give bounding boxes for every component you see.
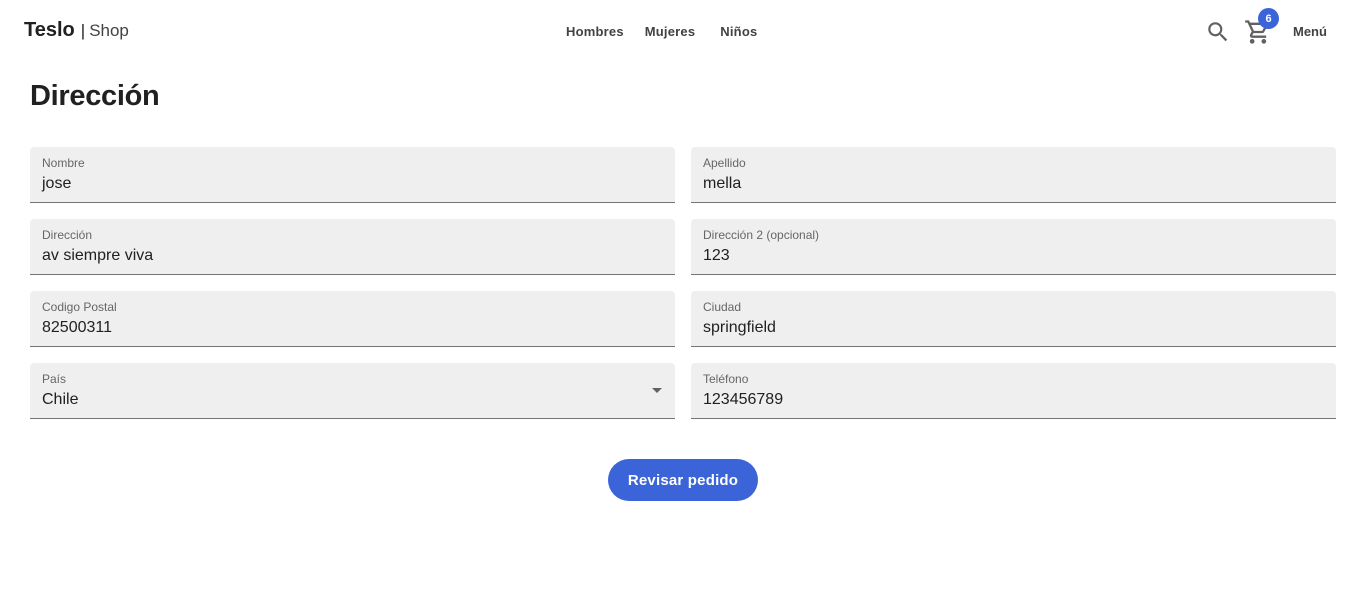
direccion2-label: Dirección 2 (opcional): [703, 228, 820, 242]
navbar: Teslo | Shop Hombres Mujeres Niños 6 Men…: [0, 0, 1366, 64]
nav-link-ninos[interactable]: Niños: [710, 22, 767, 41]
brand-shop: Shop: [89, 21, 129, 40]
apellido-label: Apellido: [703, 156, 746, 170]
direccion-field[interactable]: Dirección av siempre viva: [30, 219, 675, 275]
apellido-field[interactable]: Apellido mella: [691, 147, 1336, 203]
revisar-pedido-button[interactable]: Revisar pedido: [608, 459, 758, 501]
ciudad-label: Ciudad: [703, 300, 742, 314]
nombre-value: jose: [42, 175, 72, 192]
brand-name: Teslo: [24, 19, 75, 41]
codigo-postal-value: 82500311: [42, 319, 112, 336]
ciudad-field[interactable]: Ciudad springfield: [691, 291, 1336, 347]
category-nav: Hombres Mujeres Niños: [556, 22, 768, 41]
pais-label: País: [42, 372, 67, 386]
direccion2-field[interactable]: Dirección 2 (opcional) 123: [691, 219, 1336, 275]
direccion2-value: 123: [703, 247, 730, 264]
nav-link-mujeres[interactable]: Mujeres: [635, 22, 706, 41]
cart-button[interactable]: 6: [1244, 8, 1279, 46]
nombre-label: Nombre: [42, 156, 85, 170]
search-button[interactable]: [1205, 19, 1231, 45]
search-icon: [1208, 22, 1228, 42]
direccion-label: Dirección: [42, 228, 93, 242]
codigo-postal-field[interactable]: Codigo Postal 82500311: [30, 291, 675, 347]
pais-value: Chile: [42, 391, 79, 408]
menu-button[interactable]: Menú: [1284, 22, 1336, 41]
telefono-value: 123456789: [703, 391, 784, 408]
telefono-label: Teléfono: [703, 372, 749, 386]
pais-select[interactable]: País Chile: [30, 363, 675, 419]
brand-separator: |: [80, 21, 86, 40]
dropdown-arrow-icon: [652, 388, 662, 393]
apellido-value: mella: [703, 175, 742, 192]
cart-count-badge: 6: [1258, 8, 1279, 29]
telefono-field[interactable]: Teléfono 123456789: [691, 363, 1336, 419]
brand-logo[interactable]: Teslo | Shop: [24, 19, 129, 42]
nav-link-hombres[interactable]: Hombres: [556, 22, 634, 41]
ciudad-value: springfield: [703, 319, 776, 336]
codigo-postal-label: Codigo Postal: [42, 300, 117, 314]
nombre-field[interactable]: Nombre jose: [30, 147, 675, 203]
direccion-value: av siempre viva: [42, 247, 154, 264]
page-title: Dirección: [30, 80, 160, 112]
